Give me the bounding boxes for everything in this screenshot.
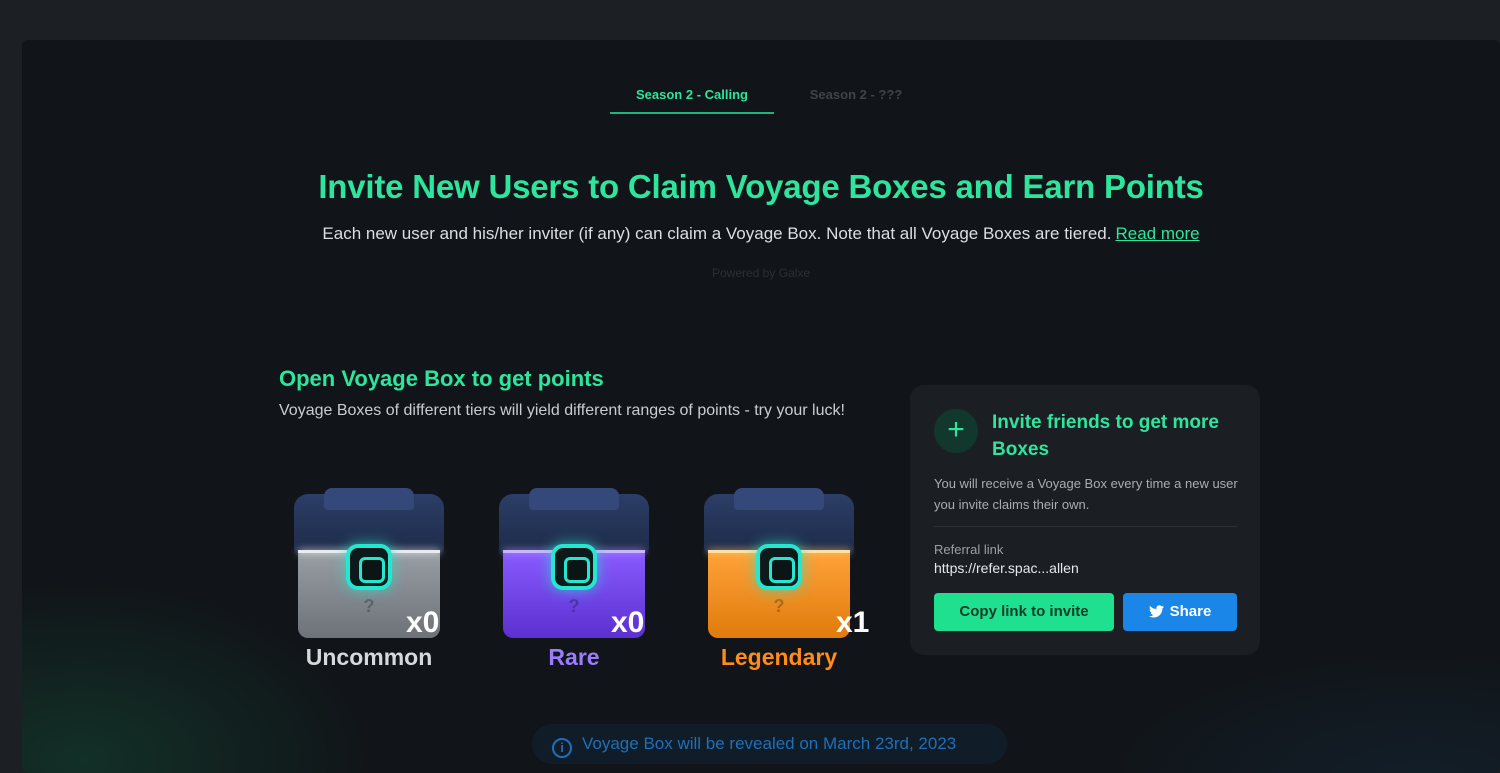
reveal-notice-text: Voyage Box will be revealed on March 23r… bbox=[582, 734, 957, 753]
box-tier-label: Rare bbox=[548, 644, 600, 670]
tab-season-2-unknown[interactable]: Season 2 - ??? bbox=[774, 86, 938, 114]
box-count: x0 bbox=[611, 606, 645, 639]
box-tier-label: Legendary bbox=[720, 644, 838, 670]
box-rare[interactable]: ? x0 Rare bbox=[489, 488, 679, 688]
read-more-link[interactable]: Read more bbox=[1115, 224, 1199, 243]
twitter-icon bbox=[1148, 605, 1164, 618]
share-button[interactable]: Share bbox=[1123, 593, 1237, 631]
referral-label: Referral link bbox=[934, 542, 1004, 557]
powered-by-text: Powered by Galxe bbox=[711, 266, 811, 280]
tab-season-2-calling[interactable]: Season 2 - Calling bbox=[610, 86, 774, 114]
invite-card: + Invite friends to get more Boxes You w… bbox=[910, 385, 1260, 655]
box-tier-label: Uncommon bbox=[305, 644, 433, 670]
invite-card-description: You will receive a Voyage Box every time… bbox=[934, 476, 1238, 512]
divider bbox=[934, 526, 1238, 527]
subtitle-text: Each new user and his/her inviter (if an… bbox=[322, 224, 1112, 243]
main-panel: Season 2 - Calling Season 2 - ??? Invite… bbox=[22, 40, 1500, 773]
boxes-section-title: Open Voyage Box to get points bbox=[279, 366, 604, 391]
info-icon: i bbox=[552, 738, 572, 758]
box-uncommon[interactable]: ? x0 Uncommon bbox=[284, 488, 474, 688]
share-button-label: Share bbox=[1169, 603, 1212, 620]
reveal-notice: i Voyage Box will be revealed on March 23… bbox=[532, 724, 1007, 764]
plus-icon: + bbox=[934, 409, 978, 453]
box-legendary[interactable]: ? x1 Legendary bbox=[694, 488, 884, 688]
box-count: x1 bbox=[836, 606, 870, 639]
copy-link-button[interactable]: Copy link to invite bbox=[934, 593, 1114, 631]
referral-link-value[interactable]: https://refer.spac...allen bbox=[934, 560, 1079, 576]
page-title: Invite New Users to Claim Voyage Boxes a… bbox=[318, 168, 1204, 205]
season-tabs: Season 2 - Calling Season 2 - ??? bbox=[610, 86, 938, 114]
legendary-chest-icon: ? bbox=[704, 488, 854, 640]
invite-card-title: Invite friends to get more Boxes bbox=[992, 412, 1219, 460]
page-subtitle: Each new user and his/her inviter (if an… bbox=[22, 224, 1500, 244]
box-count: x0 bbox=[406, 606, 440, 639]
boxes-section-description: Voyage Boxes of different tiers will yie… bbox=[279, 402, 845, 419]
